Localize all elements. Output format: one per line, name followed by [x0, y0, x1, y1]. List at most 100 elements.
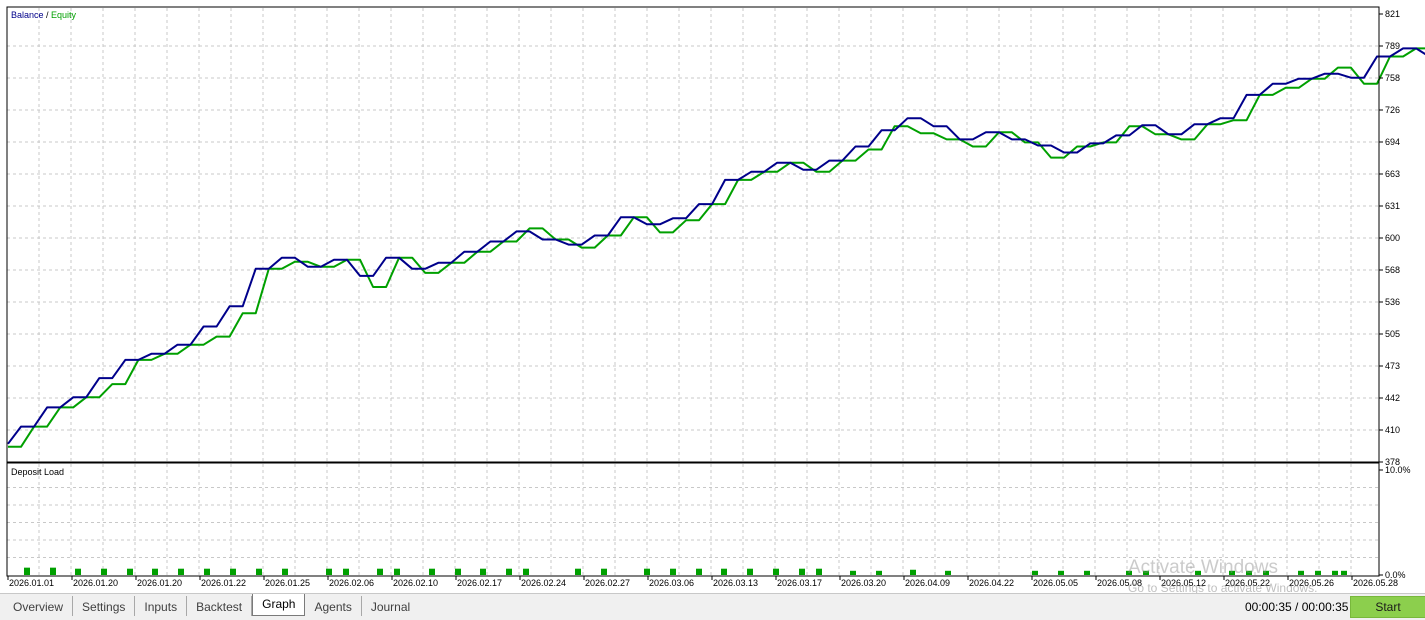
x-tick-label: 2026.05.28 [1353, 578, 1398, 588]
x-tick-label: 2026.03.20 [841, 578, 886, 588]
x-tick-label: 2026.01.25 [265, 578, 310, 588]
y-tick-label: 536 [1385, 297, 1400, 307]
deposit-load-bar [910, 569, 916, 575]
deposit-load-bar [178, 568, 184, 575]
x-tick-label: 2026.01.22 [201, 578, 246, 588]
deposit-load-bar [670, 568, 676, 575]
deposit-load-bar [644, 568, 650, 575]
deposit-load-bar [101, 568, 107, 575]
deposit-load-bar [876, 570, 882, 575]
deposit-load-bar [1143, 570, 1149, 575]
deposit-load-bar [575, 568, 581, 575]
x-tick-label: 2026.03.06 [649, 578, 694, 588]
tab-inputs[interactable]: Inputs [135, 596, 188, 616]
x-tick-label: 2026.05.26 [1289, 578, 1334, 588]
deposit-load-bar [1126, 570, 1132, 575]
tab-settings[interactable]: Settings [73, 596, 136, 616]
x-tick-label: 2026.02.06 [329, 578, 374, 588]
deposit-load-bar [1229, 570, 1235, 575]
x-tick-label: 2026.02.27 [585, 578, 630, 588]
y-tick-label: 758 [1385, 73, 1400, 83]
deposit-load-bar [506, 568, 512, 575]
deposit-load-bar [1195, 570, 1201, 575]
x-tick-label: 2026.02.17 [457, 578, 502, 588]
y-tick-label: 505 [1385, 329, 1400, 339]
x-tick-label: 2026.02.24 [521, 578, 566, 588]
legend-equity: Equity [51, 10, 77, 20]
x-tick-label: 2026.05.05 [1033, 578, 1078, 588]
deposit-load-bar [256, 568, 262, 575]
deposit-load-bar [945, 570, 951, 575]
deposit-load-bar [773, 568, 779, 575]
x-tick-label: 2026.04.09 [905, 578, 950, 588]
y-tick-label: 821 [1385, 9, 1400, 19]
deposit-load-bar [696, 568, 702, 575]
tab-overview[interactable]: Overview [4, 596, 74, 616]
y-tick-label: 694 [1385, 137, 1400, 147]
balance-equity-chart: 821 789 758 726 694 663 631 600 568 536 505 473 442 4… [0, 0, 1425, 593]
deposit-load-bar [429, 568, 435, 575]
deposit-load-bar [455, 568, 461, 575]
deposit-load-bar [1315, 570, 1321, 575]
deposit-load-bar [50, 567, 56, 575]
deposit-load-bar [24, 567, 30, 575]
chart-background [0, 0, 1425, 593]
deposit-load-title: Deposit Load [11, 467, 64, 477]
deposit-load-bar [1341, 570, 1347, 575]
x-tick-label: 2026.05.22 [1225, 578, 1270, 588]
legend: Balance / Equity [11, 10, 77, 20]
deposit-load-bar [282, 568, 288, 575]
tab-journal[interactable]: Journal [362, 596, 419, 616]
tester-tabs: Overview Settings Inputs Backtest Graph … [4, 594, 419, 616]
deposit-load-bar [326, 568, 332, 575]
deposit-load-tick-label: 10.0% [1385, 465, 1411, 475]
tab-graph[interactable]: Graph [252, 594, 306, 616]
deposit-load-bar [394, 568, 400, 575]
deposit-load-bar [601, 568, 607, 575]
deposit-load-bar [1298, 570, 1304, 575]
y-tick-label: 410 [1385, 425, 1400, 435]
x-tick-label: 2026.01.20 [137, 578, 182, 588]
deposit-load-bar [816, 568, 822, 575]
deposit-load-bar [523, 568, 529, 575]
y-tick-label: 600 [1385, 233, 1400, 243]
y-tick-label: 568 [1385, 265, 1400, 275]
x-tick-label: 2026.03.17 [777, 578, 822, 588]
deposit-load-bar [1263, 570, 1269, 575]
deposit-load-bar [152, 568, 158, 575]
deposit-load-bar [1032, 570, 1038, 575]
x-tick-label: 2026.01.01 [9, 578, 54, 588]
deposit-load-bar [721, 568, 727, 575]
tab-backtest[interactable]: Backtest [187, 596, 253, 616]
deposit-load-bar [747, 568, 753, 575]
x-tick-label: 2026.03.13 [713, 578, 758, 588]
deposit-load-bar [1058, 570, 1064, 575]
x-tick-label: 2026.05.12 [1161, 578, 1206, 588]
legend-balance: Balance [11, 10, 44, 20]
deposit-load-bar [230, 568, 236, 575]
deposit-load-bar [1246, 570, 1252, 575]
start-button[interactable]: Start [1350, 596, 1425, 618]
legend-separator: / [44, 10, 52, 20]
x-tick-label: 2026.02.10 [393, 578, 438, 588]
deposit-load-bar [377, 568, 383, 575]
y-tick-label: 631 [1385, 201, 1400, 211]
y-tick-label: 663 [1385, 169, 1400, 179]
y-tick-label: 442 [1385, 393, 1400, 403]
deposit-load-bar [75, 568, 81, 575]
deposit-load-bar [1084, 570, 1090, 575]
deposit-load-bar [343, 568, 349, 575]
tester-tab-bar: Overview Settings Inputs Backtest Graph … [0, 593, 1425, 620]
x-tick-label: 2026.01.20 [73, 578, 118, 588]
tab-agents[interactable]: Agents [305, 596, 362, 616]
deposit-load-bar [204, 568, 210, 575]
y-tick-label: 726 [1385, 105, 1400, 115]
deposit-load-bar [799, 568, 805, 575]
deposit-load-bar [480, 568, 486, 575]
deposit-load-bar [850, 570, 856, 575]
x-tick-label: 2026.04.22 [969, 578, 1014, 588]
elapsed-timer: 00:00:35 / 00:00:35 [1245, 600, 1349, 614]
y-tick-label: 789 [1385, 41, 1400, 51]
deposit-load-bar [1332, 570, 1338, 575]
deposit-load-bar [127, 568, 133, 575]
